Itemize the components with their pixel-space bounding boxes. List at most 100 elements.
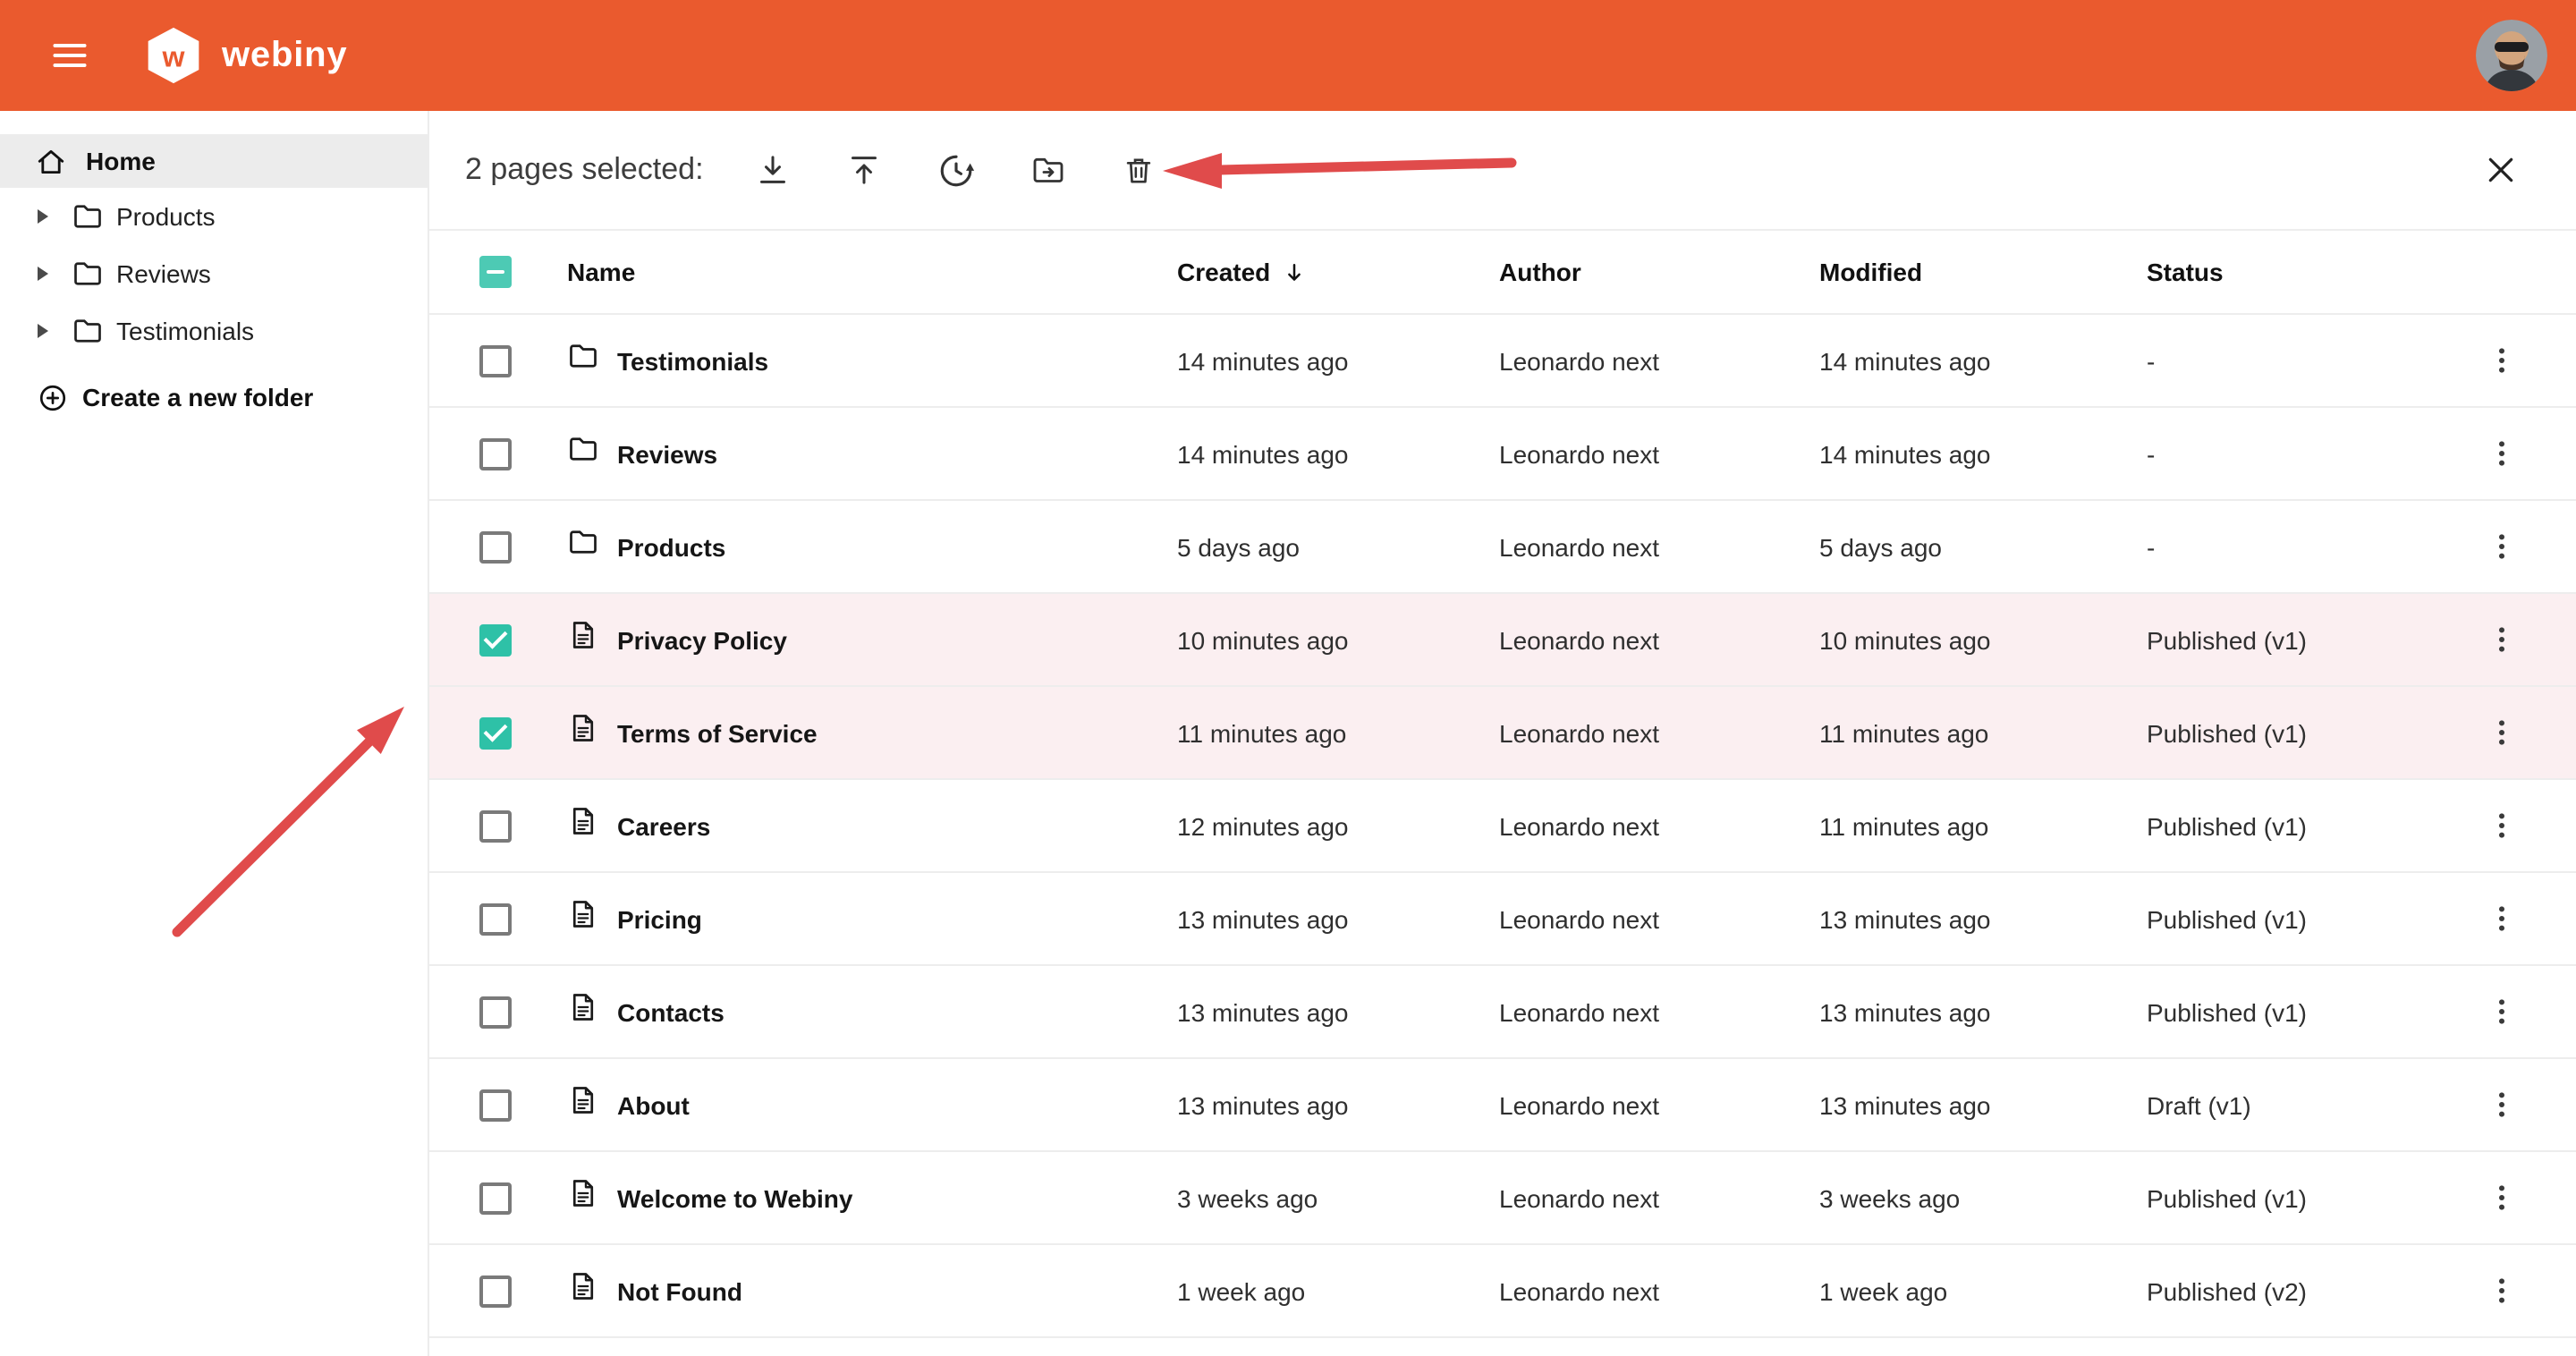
page-icon (567, 1270, 599, 1311)
folder-icon (72, 315, 104, 347)
row-checkbox[interactable] (479, 903, 512, 935)
row-actions-button[interactable] (2481, 805, 2522, 846)
row-author: Leonardo next (1499, 718, 1819, 747)
upload-icon (847, 152, 883, 188)
table-row[interactable]: Not Found 1 week ago Leonardo next 1 wee… (429, 1245, 2576, 1338)
row-status: Published (v1) (2147, 1183, 2433, 1212)
row-modified: 14 minutes ago (1819, 439, 2147, 468)
column-header-modified[interactable]: Modified (1819, 258, 2147, 286)
menu-button[interactable] (43, 29, 97, 82)
row-modified: 14 minutes ago (1819, 346, 2147, 375)
table-row[interactable]: Terms of Service 11 minutes ago Leonardo… (429, 687, 2576, 780)
table-row[interactable]: About 13 minutes ago Leonardo next 13 mi… (429, 1059, 2576, 1152)
row-name: Careers (617, 811, 1177, 840)
row-actions-button[interactable] (2481, 991, 2522, 1032)
caret-right-icon[interactable] (36, 208, 61, 225)
row-modified: 3 weeks ago (1819, 1183, 2147, 1212)
table-row[interactable]: Reviews 14 minutes ago Leonardo next 14 … (429, 408, 2576, 501)
table-row[interactable]: Privacy Policy 10 minutes ago Leonardo n… (429, 594, 2576, 687)
row-author: Leonardo next (1499, 346, 1819, 375)
row-name: About (617, 1090, 1177, 1119)
avatar[interactable] (2476, 20, 2547, 91)
sidebar-home-label: Home (86, 147, 156, 175)
row-name: Not Found (617, 1276, 1177, 1305)
row-status: Published (v2) (2147, 1276, 2433, 1305)
column-header-status[interactable]: Status (2147, 258, 2433, 286)
sidebar: Home Products Reviews Testimonials (0, 111, 429, 1356)
restore-button[interactable] (935, 148, 979, 192)
kebab-icon (2485, 1181, 2519, 1215)
download-button[interactable] (752, 148, 795, 191)
caret-right-icon[interactable] (36, 265, 61, 283)
row-modified: 11 minutes ago (1819, 811, 2147, 840)
column-label-modified: Modified (1819, 258, 1922, 286)
close-selection-button[interactable] (2479, 148, 2522, 191)
row-checkbox[interactable] (479, 809, 512, 842)
sidebar-folder-label: Reviews (116, 259, 211, 288)
sidebar-folder-item[interactable]: Products (0, 188, 428, 245)
row-name: Welcome to Webiny (617, 1183, 1177, 1212)
page-icon (567, 1084, 599, 1125)
table-row[interactable]: Testimonials 14 minutes ago Leonardo nex… (429, 315, 2576, 408)
row-author: Leonardo next (1499, 811, 1819, 840)
row-checkbox[interactable] (479, 1182, 512, 1214)
row-actions-button[interactable] (2481, 712, 2522, 753)
upload-button[interactable] (843, 148, 886, 191)
sort-desc-icon (1281, 258, 1308, 285)
table-row[interactable]: Contacts 13 minutes ago Leonardo next 13… (429, 966, 2576, 1059)
delete-button[interactable] (1119, 149, 1160, 191)
row-actions-button[interactable] (2481, 1084, 2522, 1125)
kebab-icon (2485, 1274, 2519, 1308)
row-checkbox[interactable] (479, 996, 512, 1028)
row-checkbox[interactable] (479, 623, 512, 656)
table-row[interactable]: Products 5 days ago Leonardo next 5 days… (429, 501, 2576, 594)
row-actions-button[interactable] (2481, 1270, 2522, 1311)
column-label-status: Status (2147, 258, 2224, 286)
kebab-icon (2485, 809, 2519, 843)
column-header-created[interactable]: Created (1177, 258, 1499, 286)
kebab-icon (2485, 436, 2519, 470)
kebab-icon (2485, 902, 2519, 936)
create-folder-button[interactable]: Create a new folder (0, 370, 428, 424)
column-header-author[interactable]: Author (1499, 258, 1819, 286)
row-created: 11 minutes ago (1177, 718, 1499, 747)
row-created: 1 week ago (1177, 1276, 1499, 1305)
row-checkbox[interactable] (479, 344, 512, 377)
row-status: Published (v1) (2147, 904, 2433, 933)
table-row[interactable]: Welcome to Webiny 3 weeks ago Leonardo n… (429, 1152, 2576, 1245)
move-to-folder-button[interactable] (1028, 148, 1071, 191)
row-checkbox[interactable] (479, 716, 512, 749)
row-checkbox[interactable] (479, 437, 512, 470)
row-status: Published (v1) (2147, 625, 2433, 654)
row-checkbox[interactable] (479, 530, 512, 563)
row-modified: 13 minutes ago (1819, 997, 2147, 1026)
sidebar-folder-item[interactable]: Testimonials (0, 302, 428, 360)
kebab-icon (2485, 716, 2519, 750)
move-to-folder-icon (1031, 152, 1067, 188)
sidebar-item-home[interactable]: Home (0, 134, 428, 188)
row-status: Published (v1) (2147, 997, 2433, 1026)
table-row[interactable]: Pricing 13 minutes ago Leonardo next 13 … (429, 873, 2576, 966)
folder-icon (567, 340, 599, 381)
row-checkbox[interactable] (479, 1275, 512, 1307)
row-actions-button[interactable] (2481, 526, 2522, 567)
delete-icon (1123, 153, 1157, 187)
row-actions-button[interactable] (2481, 340, 2522, 381)
row-status: Published (v1) (2147, 811, 2433, 840)
sidebar-folder-item[interactable]: Reviews (0, 245, 428, 302)
row-actions-button[interactable] (2481, 1177, 2522, 1218)
row-checkbox[interactable] (479, 1089, 512, 1121)
row-modified: 1 week ago (1819, 1276, 2147, 1305)
kebab-icon (2485, 343, 2519, 377)
avatar-image (2476, 20, 2547, 91)
sidebar-folder-label: Testimonials (116, 317, 254, 345)
column-header-name[interactable]: Name (567, 258, 1177, 286)
row-actions-button[interactable] (2481, 433, 2522, 474)
table-row[interactable]: Careers 12 minutes ago Leonardo next 11 … (429, 780, 2576, 873)
home-icon (36, 146, 66, 176)
page-icon (567, 619, 599, 660)
row-actions-button[interactable] (2481, 619, 2522, 660)
row-actions-button[interactable] (2481, 898, 2522, 939)
caret-right-icon[interactable] (36, 322, 61, 340)
select-all-checkbox[interactable] (479, 256, 512, 288)
